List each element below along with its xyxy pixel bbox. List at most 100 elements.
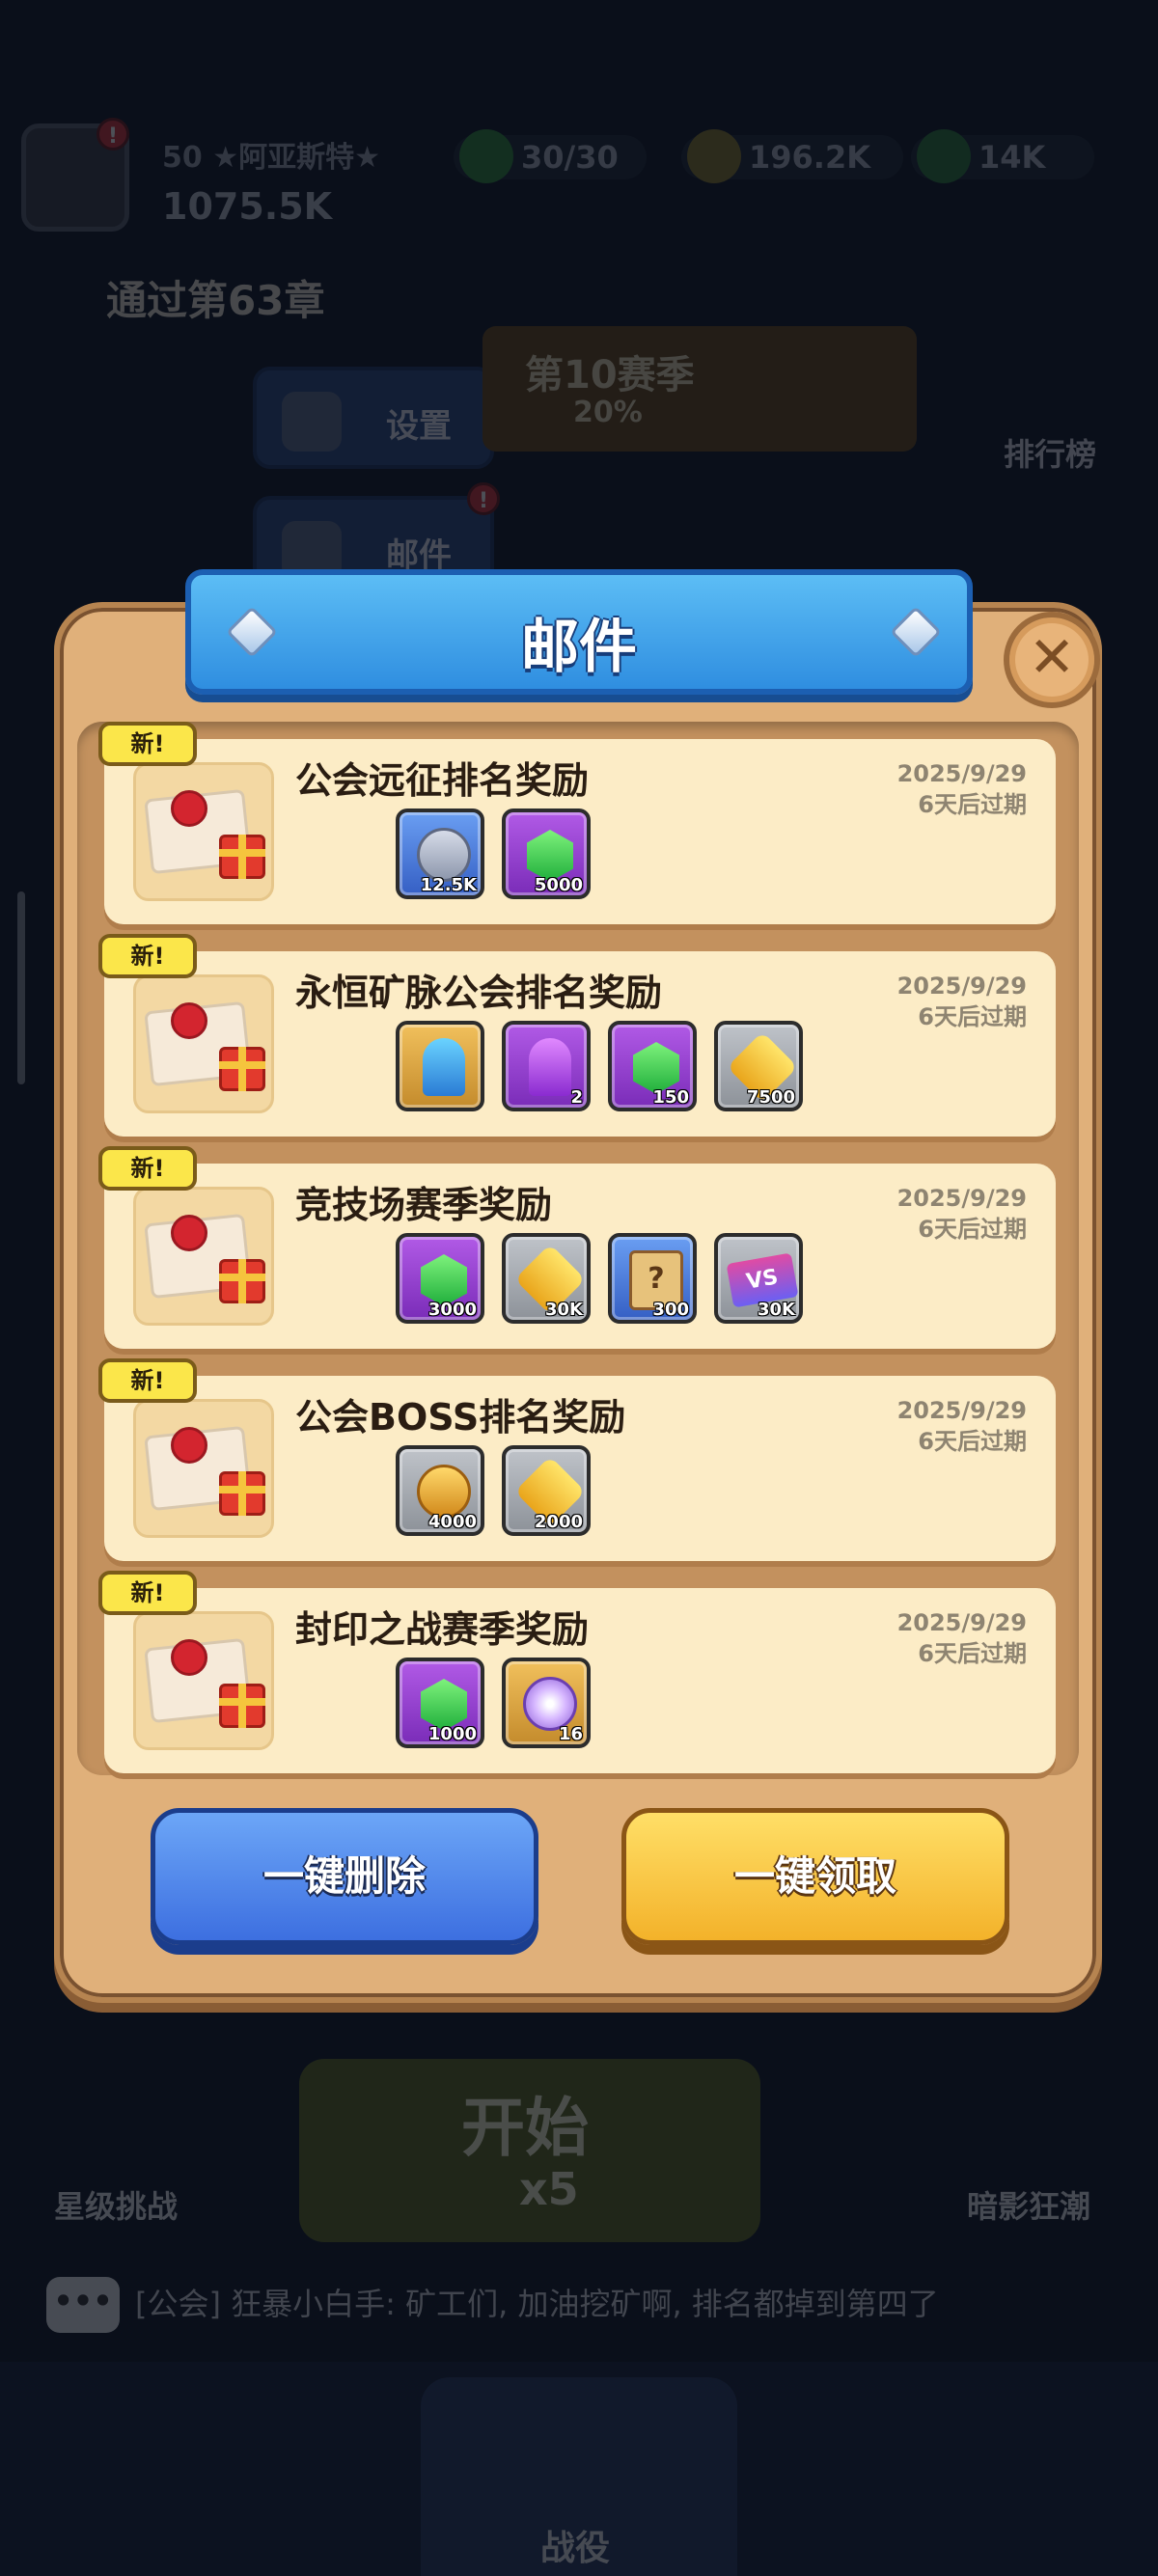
gem-value: 14K [979,139,1046,176]
mail-item[interactable]: 新! 竞技场赛季奖励 2025/9/29 6天后过期 3000 30K ? 300… [98,1146,1056,1349]
claim-all-button[interactable]: 一键领取 [621,1808,1009,1945]
player-power: 1075.5K [162,185,333,228]
vs-ticket-icon[interactable]: VS 30K [714,1233,803,1324]
energy-value: 30/30 [521,139,619,176]
mail-expire: 6天后过期 [918,1003,1027,1030]
mail-item[interactable]: 新! 公会远征排名奖励 2025/9/29 6天后过期 12.5K 5000 [98,722,1056,924]
mail-expire: 6天后过期 [918,1428,1027,1455]
mail-date: 2025/9/29 6天后过期 [897,1183,1027,1245]
gold-value: 196.2K [749,139,871,176]
reward-count: 3000 [427,1300,477,1320]
chat-message: [公会] 狂暴小白手: 矿工们, 加油挖矿啊, 排名都掉到第四了 [135,2286,939,2322]
player-name: 50 ★阿亚斯特★ [162,141,380,175]
mail-expire: 6天后过期 [918,791,1027,818]
mail-date-value: 2025/9/29 [896,1397,1027,1424]
green-gem-icon[interactable]: 150 [608,1021,697,1111]
season-title: 第10赛季 [525,353,695,397]
new-badge: 新! [98,1146,197,1191]
guild-token-icon[interactable]: 4000 [396,1445,484,1536]
green-gem-icon[interactable]: 5000 [502,808,591,899]
gold-coin-icon[interactable]: 2000 [502,1445,591,1536]
mail-envelope-gift-icon [133,1187,274,1326]
new-badge: 新! [98,1358,197,1403]
mail-date: 2025/9/29 6天后过期 [897,1607,1027,1669]
mail-date-value: 2025/9/29 [896,760,1027,787]
reward-count: 30K [758,1300,795,1320]
mail-envelope-gift-icon [133,762,274,901]
gem-icon [917,129,971,183]
start-label: 开始 [461,2091,589,2165]
mail-title: 竞技场赛季奖励 [295,1184,553,1226]
silver-medal-icon[interactable]: 12.5K [396,808,484,899]
mail-date: 2025/9/29 6天后过期 [897,758,1027,820]
leaderboard-label[interactable]: 排行榜 [1004,430,1096,475]
mail-date-value: 2025/9/29 [896,973,1027,1000]
delete-all-button[interactable]: 一键删除 [151,1808,538,1945]
mail-date: 2025/9/29 6天后过期 [897,971,1027,1032]
mystery-scroll-icon[interactable]: ? 300 [608,1233,697,1324]
mail-date-value: 2025/9/29 [896,1185,1027,1212]
mail-expire: 6天后过期 [918,1216,1027,1243]
blue-key-icon[interactable] [396,1021,484,1111]
reward-count: 12.5K [420,875,477,895]
mail-item[interactable]: 新! 封印之战赛季奖励 2025/9/29 6天后过期 1000 16 [98,1571,1056,1773]
reward-count: 16 [558,1724,583,1744]
nav-tab-campaign-label: 战役 [540,2529,611,2568]
gem-counter[interactable]: 14K [911,129,1094,183]
chat-bar[interactable]: ••• [公会] 狂暴小白手: 矿工们, 加油挖矿啊, 排名都掉到第四了 [29,2267,1129,2341]
chapter-text: 通过第63章 [106,277,325,324]
gold-counter[interactable]: 196.2K [681,129,903,183]
mail-date-value: 2025/9/29 [896,1609,1027,1636]
mail-date: 2025/9/29 6天后过期 [897,1395,1027,1457]
scroll-indicator [17,891,25,1084]
dialog-title-banner: 邮件 [185,569,973,695]
energy-counter[interactable]: 30/30 [454,129,647,183]
mode-right-label[interactable]: 暗影狂潮 [967,2182,1090,2227]
mail-envelope-gift-icon [133,974,274,1113]
reward-count: 1000 [427,1724,477,1744]
dialog-title: 邮件 [521,614,637,681]
reward-count: 300 [652,1300,689,1320]
mail-title: 封印之战赛季奖励 [295,1608,590,1651]
start-button[interactable]: 开始 x5 [299,2059,760,2242]
purple-key-icon[interactable]: 2 [502,1021,591,1111]
start-cost: x5 [519,2163,579,2215]
energy-icon [459,129,513,183]
mail-title: 公会BOSS排名奖励 [295,1396,626,1439]
reward-count: 7500 [746,1087,795,1108]
gold-coin-icon[interactable]: 7500 [714,1021,803,1111]
chat-bubble-icon: ••• [46,2277,120,2333]
new-badge: 新! [98,1571,197,1615]
green-gem-icon[interactable]: 3000 [396,1233,484,1324]
mail-envelope-gift-icon [133,1611,274,1750]
reward-count: 2000 [534,1512,583,1532]
mail-title: 永恒矿脉公会排名奖励 [295,972,663,1014]
top-bar: ! 50 ★阿亚斯特★ 1075.5K 30/30 196.2K 14K [0,96,1158,241]
mail-item[interactable]: 新! 永恒矿脉公会排名奖励 2025/9/29 6天后过期 2 150 7500 [98,934,1056,1137]
new-badge: 新! [98,722,197,766]
mode-left-label[interactable]: 星级挑战 [54,2182,178,2227]
gold-coin-icon[interactable]: 30K [502,1233,591,1324]
mail-title: 公会远征排名奖励 [295,759,590,802]
reward-count: 4000 [427,1512,477,1532]
green-gem-icon[interactable]: 1000 [396,1658,484,1748]
gear-icon [282,392,342,452]
settings-button[interactable]: 设置 [253,367,494,469]
mail-envelope-gift-icon [133,1399,274,1538]
reward-count: 5000 [534,875,583,895]
bottom-nav: 战役 [0,2362,1158,2576]
season-panel[interactable]: 第10赛季 20% [482,326,917,452]
star-orb-icon[interactable]: 16 [502,1658,591,1748]
mail-item[interactable]: 新! 公会BOSS排名奖励 2025/9/29 6天后过期 4000 2000 [98,1358,1056,1561]
season-progress: 20% [573,396,643,429]
mail-expire: 6天后过期 [918,1640,1027,1667]
reward-count: 150 [652,1087,689,1108]
reward-count: 2 [570,1087,583,1108]
reward-count: 30K [545,1300,583,1320]
new-badge: 新! [98,934,197,978]
close-icon[interactable]: ✕ [1004,612,1100,708]
avatar-badge: ! [96,118,129,151]
gold-bag-icon [687,129,741,183]
settings-label: 设置 [386,407,452,446]
mail-badge: ! [467,482,500,515]
